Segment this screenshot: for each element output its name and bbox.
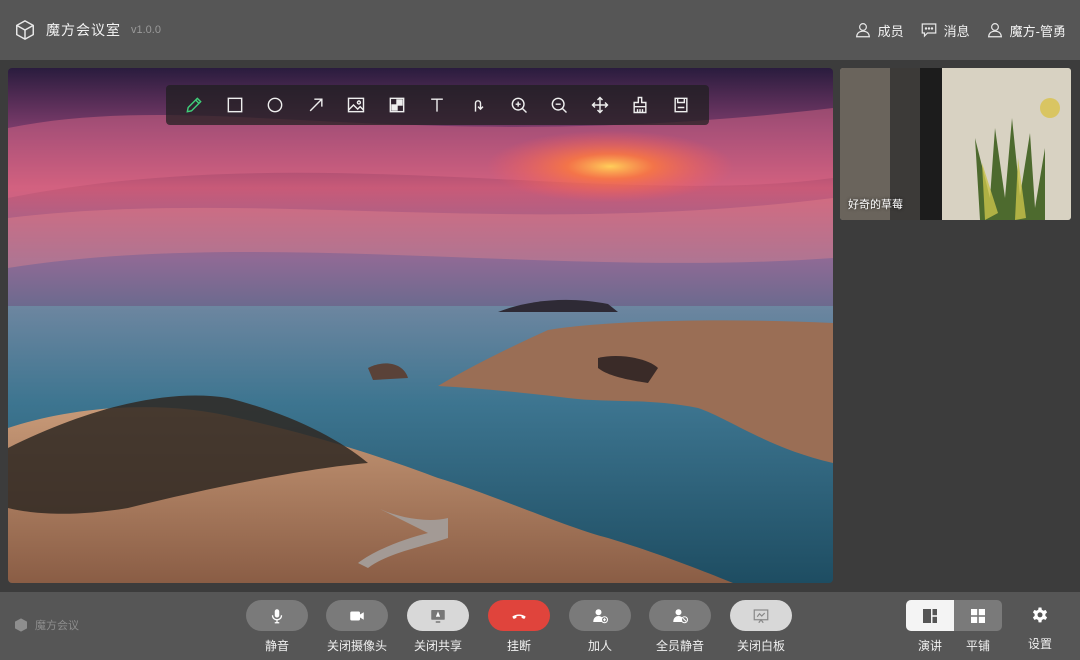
image-tool-button[interactable] <box>343 92 369 118</box>
whiteboard-pill[interactable] <box>730 600 792 631</box>
mute-label: 静音 <box>264 639 289 653</box>
arrow-icon <box>309 98 323 112</box>
mute-all-button[interactable]: 全员静音 <box>649 600 711 654</box>
circle-icon <box>267 97 283 113</box>
camera-button[interactable]: 关闭摄像头 <box>326 600 388 654</box>
zoom-in-tool-button[interactable] <box>506 92 532 118</box>
add-participant-button[interactable]: 加人 <box>569 600 631 654</box>
move-tool-button[interactable] <box>587 92 613 118</box>
hangup-button[interactable]: 挂断 <box>488 600 550 654</box>
mute-all-label: 全员静音 <box>655 639 704 653</box>
screen-share-icon <box>431 609 445 623</box>
title-bar: 魔方会议室 v1.0.0 成员 消息 魔方-管勇 <box>0 0 1080 60</box>
meeting-area: 好奇的草莓 <box>0 60 1080 592</box>
brand-label: 魔方会议 <box>35 620 79 632</box>
whiteboard-icon <box>753 608 769 623</box>
zoom-in-icon <box>511 97 527 114</box>
pencil-tool-button[interactable] <box>181 92 207 118</box>
gear-icon <box>1032 607 1048 623</box>
add-label: 加人 <box>587 639 612 653</box>
speaker-layout-label: 演讲 <box>918 639 943 653</box>
layout-switch <box>906 600 1002 631</box>
save-tool-button[interactable] <box>668 92 694 118</box>
text-icon <box>431 98 444 112</box>
speaker-layout-button[interactable] <box>906 600 954 631</box>
participant-name: 好奇的草莓 <box>848 199 903 211</box>
user-icon <box>987 23 1002 38</box>
undo-icon <box>474 100 484 112</box>
zoom-out-tool-button[interactable] <box>546 92 572 118</box>
camera-label: 关闭摄像头 <box>326 639 387 653</box>
app-title: 魔方会议室 <box>46 22 121 38</box>
zoom-out-icon <box>551 97 568 114</box>
whiteboard-button[interactable]: 关闭白板 <box>730 600 792 654</box>
cube-logo-icon <box>16 19 34 41</box>
arrow-tool-button[interactable] <box>303 92 329 118</box>
grid-layout-icon <box>971 608 985 623</box>
app-version: v1.0.0 <box>131 24 161 36</box>
landscape-image <box>8 68 833 583</box>
eraser-icon <box>633 96 647 114</box>
user-profile-button[interactable]: 魔方-管勇 <box>986 21 1066 40</box>
share-label: 关闭共享 <box>413 639 462 653</box>
mute-all-pill[interactable] <box>649 600 711 631</box>
video-camera-icon <box>350 611 364 620</box>
cube-logo-icon <box>15 618 27 632</box>
mosaic-tool-button[interactable] <box>384 92 410 118</box>
control-bar: 魔方会议 静音 关闭摄像头 关闭共享 挂断 加人 全员静音 关闭白板 演讲 平铺… <box>0 592 1080 660</box>
whiteboard-label: 关闭白板 <box>736 639 785 653</box>
share-button[interactable]: 关闭共享 <box>407 600 469 654</box>
camera-pill[interactable] <box>326 600 388 631</box>
user-name: 魔方-管勇 <box>1009 23 1066 39</box>
settings-button[interactable]: 设置 <box>1025 600 1055 652</box>
undo-tool-button[interactable] <box>465 92 491 118</box>
rectangle-icon <box>227 97 243 113</box>
messages-button[interactable]: 消息 <box>920 21 970 40</box>
eraser-tool-button[interactable] <box>627 92 653 118</box>
messages-label: 消息 <box>943 23 970 39</box>
add-user-icon <box>593 608 609 623</box>
hangup-pill[interactable] <box>488 600 550 631</box>
speaker-layout-icon <box>923 608 937 623</box>
brand: 魔方会议 <box>13 617 79 633</box>
settings-label: 设置 <box>1027 637 1052 651</box>
members-button[interactable]: 成员 <box>854 21 904 40</box>
tile-layout-button[interactable] <box>954 600 1002 631</box>
hangup-phone-icon <box>512 614 526 619</box>
mosaic-icon <box>389 97 405 113</box>
members-label: 成员 <box>877 23 904 39</box>
main-stage-video[interactable] <box>8 68 833 583</box>
add-pill[interactable] <box>569 600 631 631</box>
mute-button[interactable]: 静音 <box>246 600 308 654</box>
mute-pill[interactable] <box>246 600 308 631</box>
save-icon <box>674 97 688 113</box>
microphone-icon <box>271 608 283 623</box>
rectangle-tool-button[interactable] <box>222 92 248 118</box>
hangup-label: 挂断 <box>506 639 531 653</box>
move-icon <box>591 96 609 114</box>
chat-bubble-icon <box>921 23 936 38</box>
mute-all-users-icon <box>673 608 689 623</box>
pencil-icon <box>186 97 202 113</box>
image-icon <box>348 97 365 113</box>
annotation-toolbar <box>166 85 709 125</box>
tile-layout-label: 平铺 <box>966 639 991 653</box>
participant-video-tile[interactable]: 好奇的草莓 <box>840 68 1071 220</box>
share-pill[interactable] <box>407 600 469 631</box>
circle-tool-button[interactable] <box>262 92 288 118</box>
text-tool-button[interactable] <box>424 92 450 118</box>
user-icon <box>855 23 870 38</box>
